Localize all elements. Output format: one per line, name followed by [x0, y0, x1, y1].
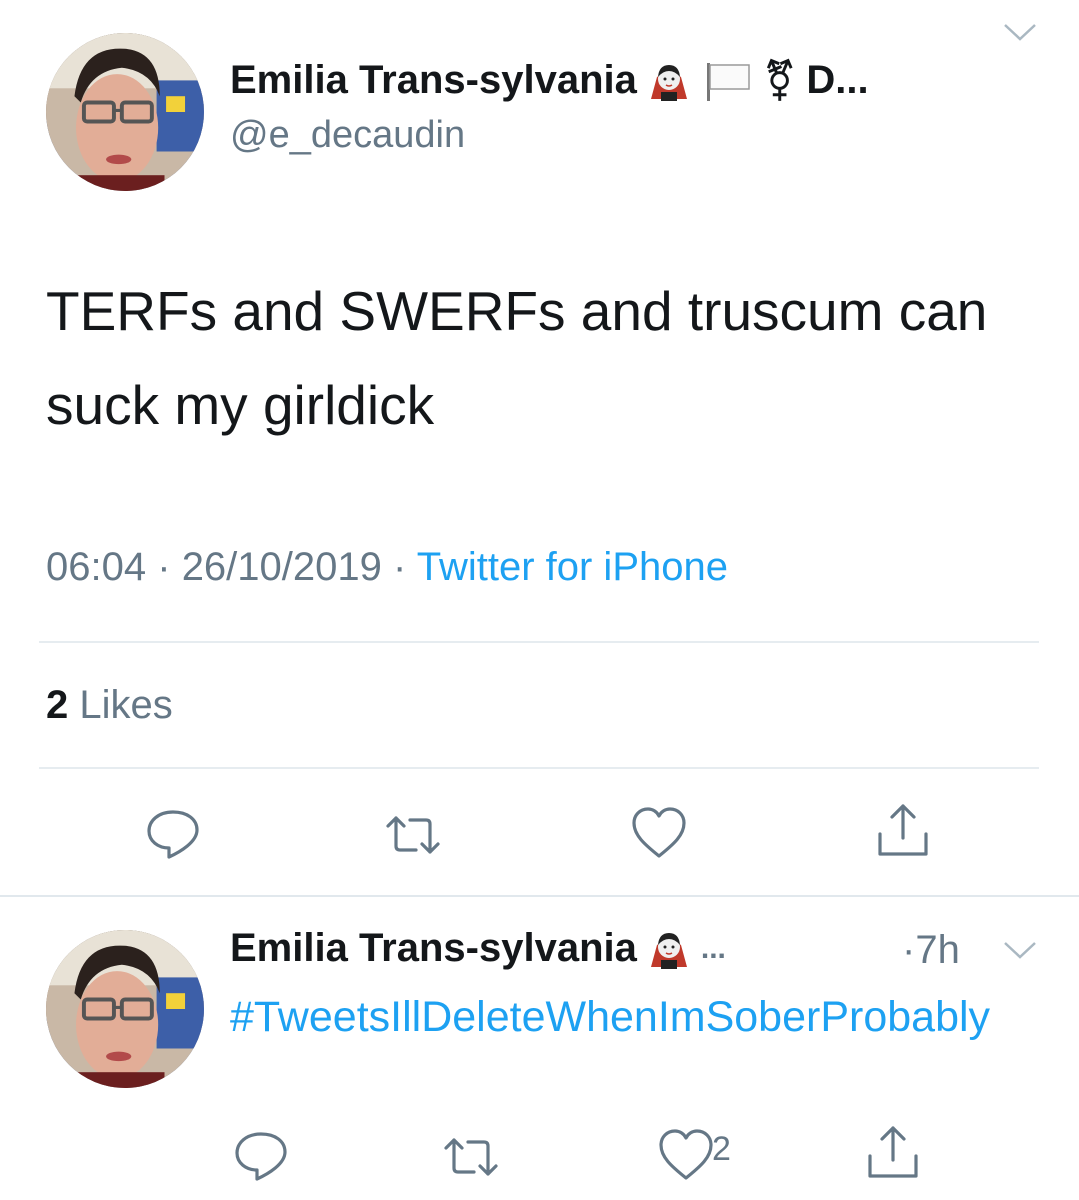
tweet-source-link[interactable]: Twitter for iPhone	[417, 545, 728, 589]
like-count: 2	[712, 1130, 731, 1168]
tweet-date: 26/10/2019	[181, 545, 382, 589]
tweet-time[interactable]: ·7h	[902, 928, 960, 973]
likes-summary[interactable]: 2 Likes	[46, 683, 173, 728]
tweet-metadata: 06:04 · 26/10/2019 · Twitter for iPhone	[46, 545, 728, 590]
like-icon[interactable]	[628, 802, 690, 864]
name-truncation: ...	[700, 931, 726, 965]
hashtag-link[interactable]: #TweetsIllDeleteWhenImSoberProbably	[230, 990, 1040, 1044]
author-name-row[interactable]: Emilia Trans-sylvania ...	[230, 926, 726, 971]
author-name-row[interactable]: Emilia Trans-sylvania ⚧ D...	[230, 58, 869, 103]
likes-count: 2	[46, 683, 69, 727]
reply-icon[interactable]	[230, 1124, 292, 1186]
retweet-icon[interactable]	[382, 804, 444, 866]
tweet-time: 06:04	[46, 545, 147, 589]
like-icon[interactable]	[655, 1124, 717, 1186]
share-icon[interactable]	[872, 800, 934, 862]
tweet-text: TERFs and SWERFs and truscum can suck my…	[46, 280, 988, 436]
divider	[39, 641, 1039, 643]
tweet-separator	[0, 895, 1079, 897]
retweet-icon[interactable]	[440, 1126, 502, 1188]
display-name[interactable]: Emilia Trans-sylvania	[230, 58, 637, 103]
chevron-down-icon[interactable]	[1003, 22, 1037, 42]
profile-photo-icon	[46, 33, 204, 191]
likes-label: Likes	[79, 683, 173, 727]
separator: ·	[157, 545, 171, 589]
profile-photo-icon	[46, 930, 204, 1088]
avatar[interactable]	[46, 930, 204, 1088]
avatar[interactable]	[46, 33, 204, 191]
transgender-symbol-icon: ⚧	[762, 58, 797, 103]
author-handle[interactable]: @e_decaudin	[230, 114, 465, 157]
share-icon[interactable]	[862, 1122, 924, 1184]
reply-icon[interactable]	[142, 802, 204, 864]
main-tweet: Emilia Trans-sylvania ⚧ D... @e_decaudin…	[0, 0, 1079, 897]
vampire-emoji-icon	[650, 64, 687, 101]
name-truncation: D...	[806, 58, 869, 102]
display-name[interactable]: Emilia Trans-sylvania	[230, 926, 637, 971]
chevron-down-icon[interactable]	[1003, 940, 1037, 960]
divider	[39, 767, 1039, 769]
vampire-emoji-icon	[650, 932, 687, 969]
separator: ·	[393, 545, 407, 589]
white-flag-emoji-icon	[706, 62, 750, 101]
